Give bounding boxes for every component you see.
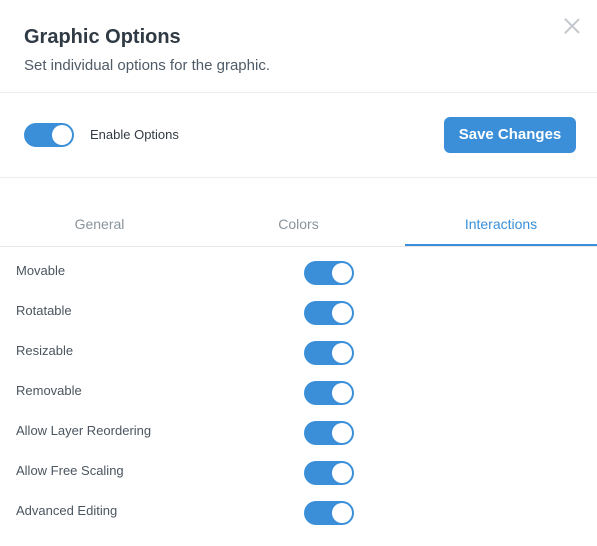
option-label: Allow Layer Reordering	[16, 423, 152, 438]
list-item: Movable	[0, 255, 597, 295]
tab-colors[interactable]: Colors	[199, 200, 398, 246]
option-label: Allow Free Scaling	[16, 463, 124, 478]
rotatable-toggle[interactable]	[304, 301, 354, 325]
layer-reordering-toggle[interactable]	[304, 421, 354, 445]
save-changes-button[interactable]: Save Changes	[444, 117, 576, 153]
list-item: Advanced Editing	[0, 495, 597, 535]
option-label: Rotatable	[16, 303, 72, 318]
toggle-knob	[332, 423, 352, 443]
list-item: Rotatable	[0, 295, 597, 335]
options-bar: Enable Options Save Changes	[0, 93, 597, 178]
toggle-knob	[332, 383, 352, 403]
advanced-editing-toggle[interactable]	[304, 501, 354, 525]
dialog-title: Graphic Options	[24, 26, 181, 48]
option-label: Resizable	[16, 343, 74, 358]
tab-general[interactable]: General	[0, 200, 199, 246]
option-label: Removable	[16, 383, 82, 398]
tab-bar: General Colors Interactions	[0, 200, 597, 247]
resizable-toggle[interactable]	[304, 341, 354, 365]
removable-toggle[interactable]	[304, 381, 354, 405]
enable-options-toggle[interactable]	[24, 123, 74, 147]
toggle-knob	[332, 343, 352, 363]
toggle-knob	[332, 463, 352, 483]
toggle-knob	[332, 503, 352, 523]
toggle-knob	[332, 303, 352, 323]
option-label: Movable	[16, 263, 66, 278]
toggle-knob	[332, 263, 352, 283]
toggle-knob	[52, 125, 72, 145]
free-scaling-toggle[interactable]	[304, 461, 354, 485]
enable-options-label: Enable Options	[90, 127, 179, 142]
list-item: Allow Free Scaling	[0, 455, 597, 495]
list-item: Removable	[0, 375, 597, 415]
tab-interactions[interactable]: Interactions	[405, 200, 597, 246]
dialog-subtitle: Set individual options for the graphic.	[24, 57, 270, 74]
dialog-header: Graphic Options Set individual options f…	[0, 0, 597, 93]
list-item: Resizable	[0, 335, 597, 375]
list-item: Allow Layer Reordering	[0, 415, 597, 455]
movable-toggle[interactable]	[304, 261, 354, 285]
close-icon[interactable]	[562, 16, 582, 36]
option-label: Advanced Editing	[16, 503, 118, 518]
